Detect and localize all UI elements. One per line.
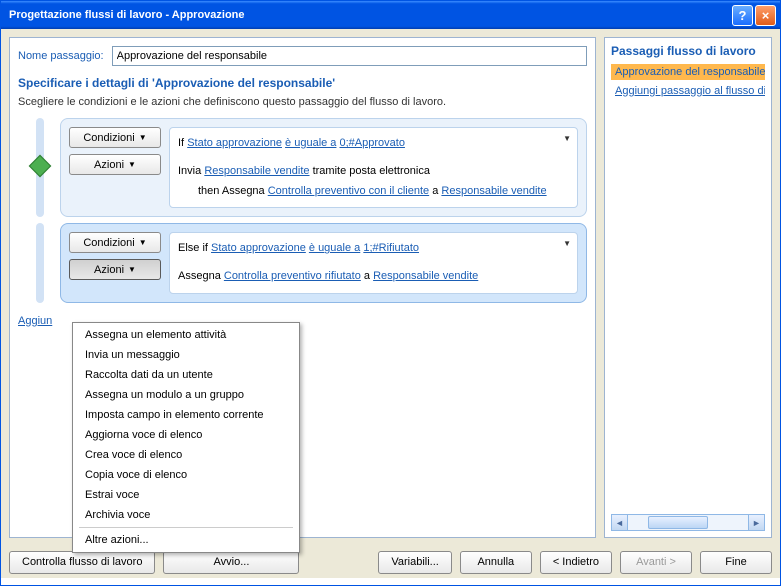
step-content[interactable]: ▼ Else if Stato approvazione è uguale a … xyxy=(169,232,578,294)
menu-item[interactable]: Assegna un modulo a un gruppo xyxy=(75,385,297,405)
add-branch-link[interactable]: Aggiun xyxy=(18,315,52,327)
section-title: Specificare i dettagli di 'Approvazione … xyxy=(18,76,587,90)
step-buttons: Condizioni▼ Azioni▼ xyxy=(69,232,161,294)
window-title: Progettazione flussi di lavoro - Approva… xyxy=(5,9,732,21)
menu-separator xyxy=(79,527,293,528)
condition-value-link[interactable]: 1;#Rifiutato xyxy=(363,242,419,254)
condition-op-link[interactable]: è uguale a xyxy=(309,242,360,254)
cancel-button[interactable]: Annulla xyxy=(460,551,532,574)
side-step-selected[interactable]: Approvazione del responsabile xyxy=(611,64,765,80)
workflow-rail xyxy=(18,223,60,303)
step-name-row: Nome passaggio: xyxy=(18,46,587,66)
condition-field-link[interactable]: Stato approvazione xyxy=(187,137,282,149)
menu-item[interactable]: Imposta campo in elemento corrente xyxy=(75,405,297,425)
menu-item[interactable]: Crea voce di elenco xyxy=(75,445,297,465)
check-workflow-button[interactable]: Controlla flusso di lavoro xyxy=(9,551,155,574)
horizontal-scrollbar[interactable]: ◄ ► xyxy=(611,514,765,531)
assignee-link[interactable]: Responsabile vendite xyxy=(373,270,478,282)
dialog-body: Nome passaggio: Specificare i dettagli d… xyxy=(1,29,780,546)
variables-button[interactable]: Variabili... xyxy=(378,551,451,574)
workflow-step-selected: Condizioni▼ Azioni▼ ▼ Else if Stato appr… xyxy=(60,223,587,303)
workflow-block-1: Condizioni▼ Azioni▼ ▼ If Stato approvazi… xyxy=(18,118,587,217)
menu-item[interactable]: Copia voce di elenco xyxy=(75,465,297,485)
workflow-block-2: Condizioni▼ Azioni▼ ▼ Else if Stato appr… xyxy=(18,223,587,303)
caret-down-icon: ▼ xyxy=(139,133,147,142)
caret-down-icon[interactable]: ▼ xyxy=(563,237,571,251)
help-button[interactable]: ? xyxy=(732,5,753,26)
scroll-left-button[interactable]: ◄ xyxy=(611,514,628,531)
step-name-label: Nome passaggio: xyxy=(18,50,104,62)
titlebar-buttons: ? × xyxy=(732,5,776,26)
actions-dropdown[interactable]: Azioni▼ xyxy=(69,154,161,175)
next-button: Avanti > xyxy=(620,551,692,574)
condition-op-link[interactable]: è uguale a xyxy=(285,137,336,149)
section-desc: Scegliere le condizioni e le azioni che … xyxy=(18,96,587,108)
menu-item-more[interactable]: Altre azioni... xyxy=(75,530,297,550)
close-button[interactable]: × xyxy=(755,5,776,26)
main-panel: Nome passaggio: Specificare i dettagli d… xyxy=(9,37,596,538)
diamond-icon xyxy=(29,155,52,178)
caret-down-icon: ▼ xyxy=(128,160,136,169)
side-panel: Passaggi flusso di lavoro Approvazione d… xyxy=(604,37,772,538)
conditions-dropdown[interactable]: Condizioni▼ xyxy=(69,232,161,253)
menu-item[interactable]: Archivia voce xyxy=(75,505,297,525)
recipient-link[interactable]: Responsabile vendite xyxy=(204,165,309,177)
side-panel-title: Passaggi flusso di lavoro xyxy=(611,44,765,58)
menu-item[interactable]: Raccolta dati da un utente xyxy=(75,365,297,385)
menu-item[interactable]: Aggiorna voce di elenco xyxy=(75,425,297,445)
assignee-link[interactable]: Responsabile vendite xyxy=(441,185,546,197)
caret-down-icon[interactable]: ▼ xyxy=(563,132,571,146)
start-button[interactable]: Avvio... xyxy=(163,551,299,574)
side-add-step-link[interactable]: Aggiungi passaggio al flusso di lav xyxy=(611,83,765,99)
menu-item[interactable]: Assegna un elemento attività xyxy=(75,325,297,345)
condition-value-link[interactable]: 0;#Approvato xyxy=(340,137,405,149)
workflow-step: Condizioni▼ Azioni▼ ▼ If Stato approvazi… xyxy=(60,118,587,217)
scroll-track[interactable] xyxy=(628,514,748,531)
actions-context-menu: Assegna un elemento attività Invia un me… xyxy=(72,322,300,553)
step-content[interactable]: ▼ If Stato approvazione è uguale a 0;#Ap… xyxy=(169,127,578,208)
back-button[interactable]: < Indietro xyxy=(540,551,612,574)
caret-down-icon: ▼ xyxy=(139,238,147,247)
condition-field-link[interactable]: Stato approvazione xyxy=(211,242,306,254)
actions-dropdown-open[interactable]: Azioni▼ xyxy=(69,259,161,280)
task-link[interactable]: Controlla preventivo rifiutato xyxy=(224,270,361,282)
workflow-rail xyxy=(18,118,60,217)
step-buttons: Condizioni▼ Azioni▼ xyxy=(69,127,161,208)
titlebar: Progettazione flussi di lavoro - Approva… xyxy=(1,1,780,29)
task-link[interactable]: Controlla preventivo con il cliente xyxy=(268,185,429,197)
scroll-right-button[interactable]: ► xyxy=(748,514,765,531)
finish-button[interactable]: Fine xyxy=(700,551,772,574)
conditions-dropdown[interactable]: Condizioni▼ xyxy=(69,127,161,148)
menu-item[interactable]: Invia un messaggio xyxy=(75,345,297,365)
menu-item[interactable]: Estrai voce xyxy=(75,485,297,505)
scroll-thumb[interactable] xyxy=(648,516,708,529)
caret-down-icon: ▼ xyxy=(128,265,136,274)
step-name-input[interactable] xyxy=(112,46,587,66)
